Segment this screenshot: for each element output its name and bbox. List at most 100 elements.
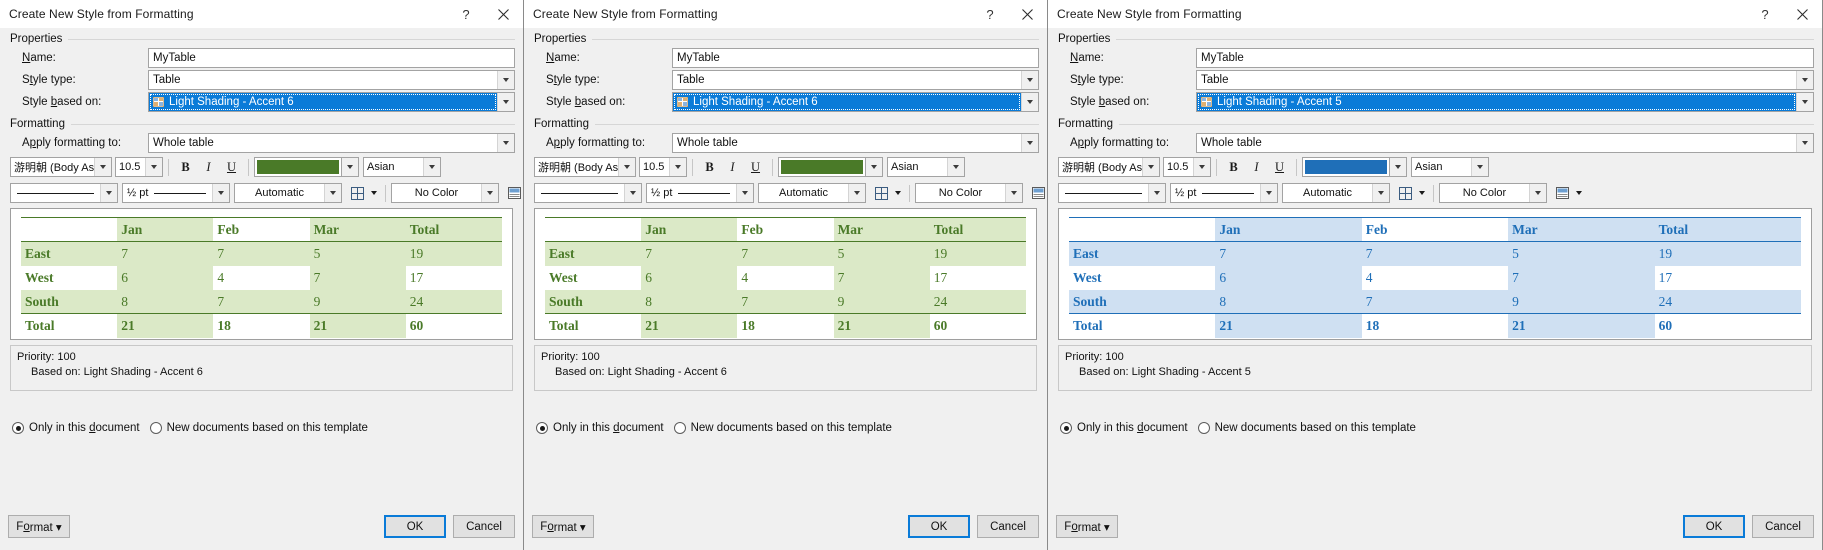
bold-button[interactable]: B <box>174 157 197 177</box>
font-size-select[interactable]: 10.5 <box>115 157 163 177</box>
font-color-button[interactable] <box>778 157 866 177</box>
border-color-select[interactable]: Automatic <box>1282 183 1390 203</box>
chevron-down-icon[interactable] <box>497 92 514 111</box>
shading-select[interactable]: No Color <box>391 183 499 203</box>
chevron-down-icon[interactable] <box>324 184 341 202</box>
borders-dropdown[interactable] <box>1415 183 1428 203</box>
chevron-down-icon[interactable] <box>848 184 865 202</box>
chevron-down-icon[interactable] <box>1260 184 1277 202</box>
underline-button[interactable]: U <box>744 157 767 177</box>
chevron-down-icon[interactable] <box>100 184 117 202</box>
radio-indicator[interactable] <box>149 422 162 434</box>
borders-dropdown[interactable] <box>367 183 380 203</box>
font-name-select[interactable]: 游明朝 (Body Asia <box>10 157 112 177</box>
radio-only-this-document[interactable]: Only in this document <box>536 422 664 434</box>
radio-only-this-document[interactable]: Only in this document <box>12 422 140 434</box>
format-button[interactable]: Fo rmat ▾ <box>8 515 70 538</box>
radio-new-documents[interactable]: New documents based on this template <box>149 422 368 434</box>
font-color-button[interactable] <box>254 157 342 177</box>
chevron-down-icon[interactable] <box>1005 184 1022 202</box>
chevron-down-icon[interactable] <box>497 70 514 89</box>
style-based-on-select[interactable]: Light Shading - Accent 6 <box>148 91 515 112</box>
shading-button[interactable] <box>1552 183 1572 203</box>
underline-button[interactable]: U <box>220 157 243 177</box>
borders-dropdown[interactable] <box>891 183 904 203</box>
font-color-dropdown[interactable] <box>342 157 359 177</box>
language-select[interactable]: Asian <box>887 157 965 177</box>
apply-formatting-select[interactable]: Whole table <box>148 132 515 153</box>
shading-dropdown[interactable] <box>1572 183 1585 203</box>
chevron-down-icon[interactable] <box>1021 70 1038 89</box>
chevron-down-icon[interactable] <box>145 158 162 176</box>
chevron-down-icon[interactable] <box>1193 158 1210 176</box>
font-size-select[interactable]: 10.5 <box>639 157 687 177</box>
style-based-on-select[interactable]: Light Shading - Accent 5 <box>1196 91 1814 112</box>
borders-button[interactable] <box>347 183 367 203</box>
italic-button[interactable]: I <box>721 157 744 177</box>
border-style-select[interactable] <box>1058 183 1166 203</box>
chevron-down-icon[interactable] <box>1021 133 1038 152</box>
chevron-down-icon[interactable] <box>212 184 229 202</box>
style-type-select[interactable]: Table <box>1196 69 1814 90</box>
font-name-select[interactable]: 游明朝 (Body Asia <box>1058 157 1160 177</box>
italic-button[interactable]: I <box>1245 157 1268 177</box>
apply-formatting-select[interactable]: Whole table <box>1196 132 1814 153</box>
apply-formatting-select[interactable]: Whole table <box>672 132 1039 153</box>
font-color-dropdown[interactable] <box>866 157 883 177</box>
ok-button[interactable]: OK <box>1683 515 1745 538</box>
chevron-down-icon[interactable] <box>1529 184 1546 202</box>
shading-select[interactable]: No Color <box>1439 183 1547 203</box>
underline-button[interactable]: U <box>1268 157 1291 177</box>
format-button[interactable]: Fo rmat ▾ <box>532 515 594 538</box>
border-width-select[interactable]: ½ pt <box>122 183 230 203</box>
border-width-select[interactable]: ½ pt <box>1170 183 1278 203</box>
chevron-down-icon[interactable] <box>1796 92 1813 111</box>
chevron-down-icon[interactable] <box>497 133 514 152</box>
ok-button[interactable]: OK <box>384 515 446 538</box>
name-input[interactable]: MyTable <box>1196 47 1814 68</box>
cancel-button[interactable]: Cancel <box>1752 515 1814 538</box>
style-based-on-select[interactable]: Light Shading - Accent 6 <box>672 91 1039 112</box>
borders-button[interactable] <box>1395 183 1415 203</box>
chevron-down-icon[interactable] <box>947 158 964 176</box>
shading-select[interactable]: No Color <box>915 183 1023 203</box>
border-style-select[interactable] <box>534 183 642 203</box>
help-icon[interactable]: ? <box>1748 0 1782 28</box>
chevron-down-icon[interactable] <box>94 158 111 176</box>
bold-button[interactable]: B <box>698 157 721 177</box>
radio-indicator[interactable] <box>1197 422 1210 434</box>
chevron-down-icon[interactable] <box>618 158 635 176</box>
bold-button[interactable]: B <box>1222 157 1245 177</box>
cancel-button[interactable]: Cancel <box>453 515 515 538</box>
shading-button[interactable] <box>1028 183 1047 203</box>
close-icon[interactable] <box>1007 0 1047 28</box>
italic-button[interactable]: I <box>197 157 220 177</box>
border-color-select[interactable]: Automatic <box>758 183 866 203</box>
border-style-select[interactable] <box>10 183 118 203</box>
radio-indicator[interactable] <box>536 422 548 434</box>
chevron-down-icon[interactable] <box>1796 133 1813 152</box>
ok-button[interactable]: OK <box>908 515 970 538</box>
format-button[interactable]: Fo rmat ▾ <box>1056 515 1118 538</box>
chevron-down-icon[interactable] <box>1148 184 1165 202</box>
font-name-select[interactable]: 游明朝 (Body Asia <box>534 157 636 177</box>
radio-only-this-document[interactable]: Only in this document <box>1060 422 1188 434</box>
language-select[interactable]: Asian <box>1411 157 1489 177</box>
language-select[interactable]: Asian <box>363 157 441 177</box>
radio-new-documents[interactable]: New documents based on this template <box>673 422 892 434</box>
font-size-select[interactable]: 10.5 <box>1163 157 1211 177</box>
chevron-down-icon[interactable] <box>624 184 641 202</box>
chevron-down-icon[interactable] <box>1372 184 1389 202</box>
chevron-down-icon[interactable] <box>669 158 686 176</box>
close-icon[interactable] <box>483 0 523 28</box>
chevron-down-icon[interactable] <box>1142 158 1159 176</box>
help-icon[interactable]: ? <box>449 0 483 28</box>
close-icon[interactable] <box>1782 0 1822 28</box>
chevron-down-icon[interactable] <box>1796 70 1813 89</box>
border-color-select[interactable]: Automatic <box>234 183 342 203</box>
font-color-button[interactable] <box>1302 157 1390 177</box>
radio-indicator[interactable] <box>1060 422 1072 434</box>
style-type-select[interactable]: Table <box>148 69 515 90</box>
radio-new-documents[interactable]: New documents based on this template <box>1197 422 1416 434</box>
borders-button[interactable] <box>871 183 891 203</box>
